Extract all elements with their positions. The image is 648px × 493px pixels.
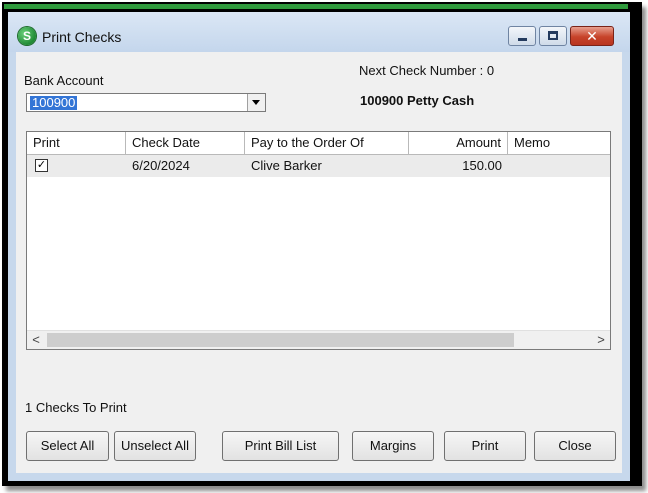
margins-button[interactable]: Margins bbox=[352, 431, 434, 461]
minimize-icon bbox=[518, 38, 527, 41]
grid-header: Print Check Date Pay to the Order Of Amo… bbox=[27, 132, 610, 155]
checks-grid[interactable]: Print Check Date Pay to the Order Of Amo… bbox=[26, 131, 611, 350]
checks-to-print-count: 1 Checks To Print bbox=[25, 400, 127, 415]
memo-cell bbox=[508, 155, 610, 177]
bank-account-value[interactable]: 100900 bbox=[30, 96, 78, 110]
select-all-button[interactable]: Select All bbox=[26, 431, 109, 461]
column-header-print[interactable]: Print bbox=[27, 132, 126, 154]
scroll-right-icon[interactable]: > bbox=[592, 331, 610, 349]
print-checks-window: S Print Checks ✕ Bank Account Next Check… bbox=[8, 12, 630, 481]
chevron-down-icon bbox=[252, 100, 260, 105]
bank-account-combobox[interactable]: 100900 bbox=[26, 93, 266, 112]
maximize-button[interactable] bbox=[539, 26, 567, 46]
column-header-amount[interactable]: Amount bbox=[409, 132, 508, 154]
print-checkbox[interactable]: ✓ bbox=[35, 159, 48, 172]
close-button[interactable]: Close bbox=[534, 431, 616, 461]
print-bill-list-button[interactable]: Print Bill List bbox=[222, 431, 339, 461]
table-row[interactable]: ✓ 6/20/2024 Clive Barker 150.00 bbox=[27, 155, 610, 177]
title-bar[interactable]: S Print Checks ✕ bbox=[8, 12, 630, 52]
column-header-pay-to[interactable]: Pay to the Order Of bbox=[245, 132, 409, 154]
maximize-icon bbox=[548, 31, 558, 40]
check-date-cell: 6/20/2024 bbox=[132, 158, 190, 173]
scrollbar-thumb[interactable] bbox=[47, 333, 514, 347]
dialog-body: Bank Account Next Check Number : 0 10090… bbox=[16, 52, 622, 473]
close-window-button[interactable]: ✕ bbox=[570, 26, 614, 46]
accent-strip bbox=[4, 4, 628, 9]
bank-account-name: 100900 Petty Cash bbox=[360, 93, 475, 108]
minimize-button[interactable] bbox=[508, 26, 536, 46]
bank-account-dropdown-button[interactable] bbox=[247, 94, 265, 111]
unselect-all-button[interactable]: Unselect All bbox=[114, 431, 196, 461]
horizontal-scrollbar[interactable]: < > bbox=[27, 330, 610, 349]
scroll-left-icon[interactable]: < bbox=[27, 331, 45, 349]
print-button[interactable]: Print bbox=[444, 431, 526, 461]
column-header-memo[interactable]: Memo bbox=[508, 132, 610, 154]
sage-app-icon: S bbox=[18, 27, 36, 45]
next-check-number: Next Check Number : 0 bbox=[359, 63, 495, 78]
column-header-check-date[interactable]: Check Date bbox=[126, 132, 245, 154]
close-icon: ✕ bbox=[586, 28, 598, 44]
bank-account-label: Bank Account bbox=[24, 73, 104, 88]
amount-cell: 150.00 bbox=[462, 158, 502, 173]
pay-to-cell: Clive Barker bbox=[251, 158, 322, 173]
window-title: Print Checks bbox=[42, 29, 122, 45]
